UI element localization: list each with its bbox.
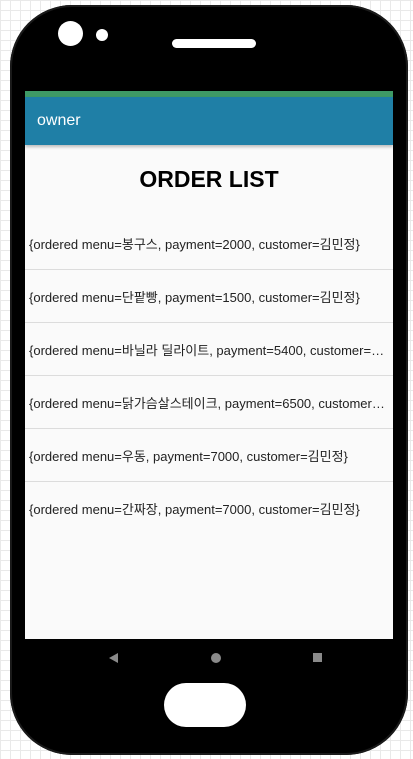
app-title: owner: [37, 112, 81, 129]
order-list-item[interactable]: {ordered menu=봉구스, payment=2000, custome…: [25, 217, 393, 270]
back-triangle-icon[interactable]: [109, 653, 118, 663]
order-list: {ordered menu=봉구스, payment=2000, custome…: [25, 217, 393, 535]
order-list-item[interactable]: {ordered menu=간짜장, payment=7000, custome…: [25, 482, 393, 535]
phone-screen: owner ORDER LIST {ordered menu=봉구스, paym…: [25, 91, 393, 639]
order-list-item[interactable]: {ordered menu=우동, payment=7000, customer…: [25, 429, 393, 482]
hardware-home-button[interactable]: [164, 683, 246, 727]
earpiece-speaker: [172, 39, 256, 48]
order-list-item[interactable]: {ordered menu=바닐라 딜라이트, payment=5400, cu…: [25, 323, 393, 376]
order-item-text: {ordered menu=봉구스, payment=2000, custome…: [29, 236, 360, 252]
app-bar: owner: [25, 97, 393, 145]
system-navigation-bar: [25, 639, 393, 679]
front-camera-icon: [58, 21, 83, 46]
order-item-text: {ordered menu=닭가슴살스테이크, payment=6500, cu…: [29, 395, 389, 411]
order-item-text: {ordered menu=우동, payment=7000, customer…: [29, 448, 348, 464]
order-list-item[interactable]: {ordered menu=단팥빵, payment=1500, custome…: [25, 270, 393, 323]
order-item-text: {ordered menu=간짜장, payment=7000, custome…: [29, 502, 360, 517]
order-list-item[interactable]: {ordered menu=닭가슴살스테이크, payment=6500, cu…: [25, 376, 393, 429]
home-circle-icon[interactable]: [211, 653, 221, 663]
order-item-text: {ordered menu=바닐라 딜라이트, payment=5400, cu…: [29, 342, 389, 358]
sensor-icon: [96, 29, 108, 41]
recents-square-icon[interactable]: [313, 653, 322, 662]
page-title: ORDER LIST: [139, 166, 279, 192]
order-item-text: {ordered menu=단팥빵, payment=1500, custome…: [29, 289, 360, 305]
